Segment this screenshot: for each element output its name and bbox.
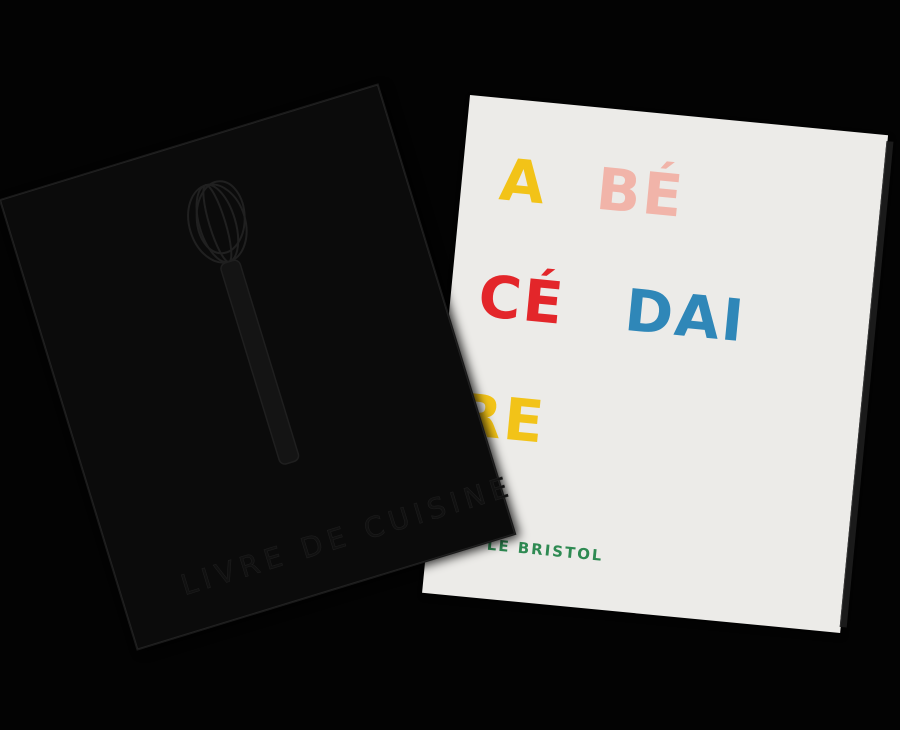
publisher-name: LE BRISTOL [486, 535, 605, 565]
abecedaire-booklet: A BÉ CÉ DAI RE LE BRISTOL [422, 95, 894, 633]
title-letter-a: A [496, 145, 550, 218]
photo-scene: A BÉ CÉ DAI RE LE BRISTOL LIVRE DE CUISI… [0, 0, 900, 730]
booklet-page-edge [839, 141, 894, 628]
title-letter-ce: CÉ [475, 261, 568, 338]
title-letter-dai: DAI [621, 276, 749, 356]
whisk-icon [187, 180, 300, 465]
title-letter-be: BÉ [593, 154, 688, 231]
